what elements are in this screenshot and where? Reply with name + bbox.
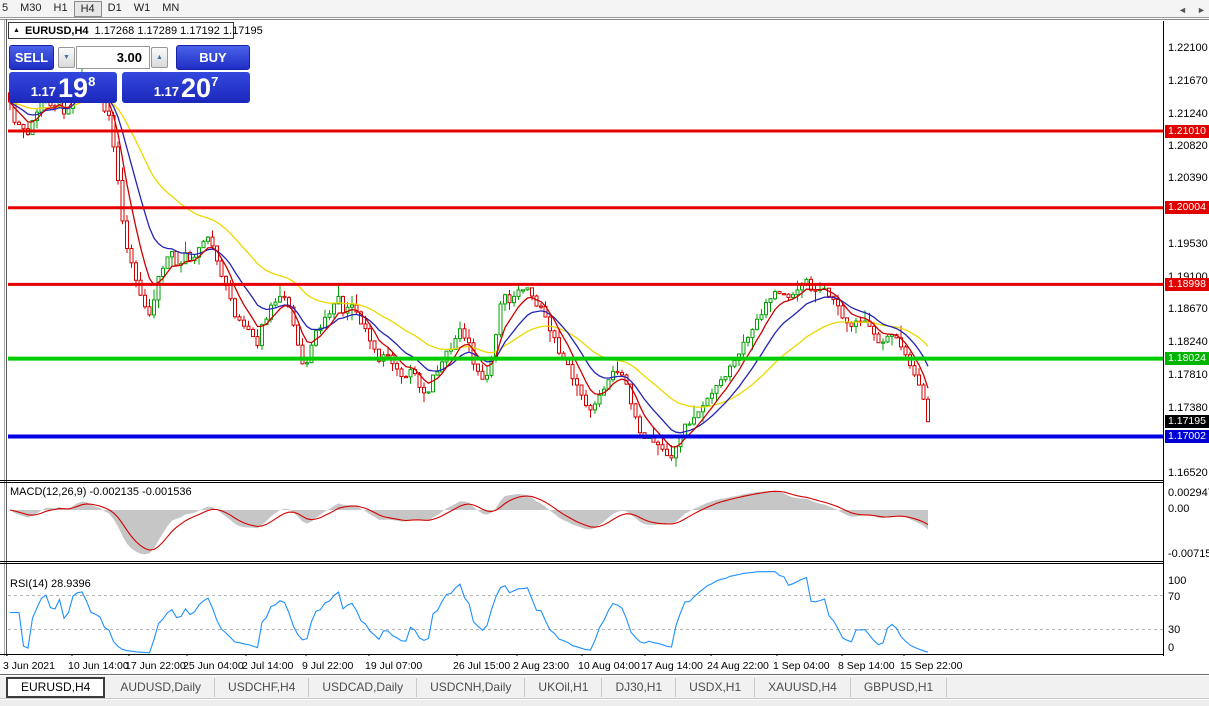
collapse-triangle-icon[interactable]: ▲ [13,27,20,34]
time-axis-label: 15 Sep 22:00 [900,660,963,672]
price-axis-tick: 1.18240 [1168,336,1208,349]
price-level-tag: 1.17002 [1165,429,1209,443]
candlestick-chart-canvas[interactable] [0,21,1209,656]
time-axis-label: 17 Jun 22:00 [125,660,186,672]
price-axis-tick: 1.19530 [1168,237,1208,250]
rsi-axis-label: 30 [1168,624,1181,636]
buy-price-big-digits: 20 [181,73,212,103]
price-axis-tick: 1.22100 [1168,42,1208,54]
trading-platform-window: 5 M30 H1 H4 D1 W1 MN ▲ EURUSD,H4 1.17268 1.172… [0,0,1209,706]
sell-price-panel[interactable]: 1.17 19 8 [9,72,117,103]
chart-title-box: ▲ EURUSD,H4 1.17268 1.17289 1.17192 1.17… [8,22,263,39]
timeframe-button-m30[interactable]: M30 [14,1,47,17]
timeframe-toolbar: 5 M30 H1 H4 D1 W1 MN [0,0,1209,18]
buy-price-pip-digit: 7 [211,74,219,89]
price-axis-tick: 1.21240 [1168,107,1208,120]
sell-price-big-digits: 19 [58,73,89,103]
price-axis-tick: 1.20820 [1168,139,1208,152]
time-axis-label: 9 Jul 22:00 [302,660,354,672]
volume-decrease-button[interactable]: ▼ [58,47,75,68]
time-axis-label: 17 Aug 14:00 [641,660,703,672]
macd-axis-label: 0.002947 [1168,487,1209,499]
macd-axis-label: -0.007153 [1168,548,1209,560]
timeframe-button-h4[interactable]: H4 [73,0,102,17]
timeframe-button-mn[interactable]: MN [156,1,185,17]
price-axis-tick: 1.17810 [1168,368,1208,381]
chevron-up-icon: ▲ [156,54,163,61]
time-axis: 3 Jun 2021 10 Jun 14:00 17 Jun 22:00 25 Jun… [0,656,1209,675]
time-axis-label: 19 Jul 07:00 [365,660,423,672]
status-bar [0,700,1209,706]
price-axis-tick: 1.17380 [1168,401,1208,414]
tab-scroll-right-icon[interactable]: ► [1197,5,1206,15]
chart-tab-bar: EURUSD,H4 AUDUSD,Daily USDCHF,H4 USDCAD,Dai… [0,676,1209,699]
tab-dj30-h1[interactable]: DJ30,H1 [602,677,677,697]
tab-usdchf-h4[interactable]: USDCHF,H4 [215,677,310,697]
time-axis-label: 8 Sep 14:00 [838,660,895,672]
window-frame-top [0,19,1209,20]
timeframe-button-w1[interactable]: W1 [128,1,157,17]
price-level-tag: 1.18024 [1165,352,1209,366]
chevron-down-icon: ▼ [63,54,70,61]
volume-increase-button[interactable]: ▲ [151,47,168,68]
one-click-trading-panel: SELL ▼ ▲ BUY 1.17 19 8 1.17 20 7 [8,44,251,104]
tab-eurusd-h4[interactable]: EURUSD,H4 [6,676,106,698]
rsi-indicator-label: RSI(14) 28.9396 [10,578,91,590]
price-axis-tick: 1.18670 [1168,303,1208,316]
tab-usdx-h1[interactable]: USDX,H1 [676,677,756,697]
time-axis-label: 24 Aug 22:00 [707,660,769,672]
time-axis-label: 10 Aug 04:00 [578,660,640,672]
rsi-axis-label: 70 [1168,591,1181,603]
chart-symbol-title: EURUSD,H4 [24,24,89,37]
time-axis-label: 2 Jul 14:00 [242,660,294,672]
buy-button[interactable]: BUY [176,45,250,70]
timeframe-button-d1[interactable]: D1 [102,1,128,17]
price-axis-tick: 1.20390 [1168,172,1208,185]
sell-price-prefix: 1.17 [30,84,57,99]
tab-audusd-daily[interactable]: AUDUSD,Daily [107,677,216,697]
price-level-tag: 1.20004 [1165,201,1209,215]
macd-axis-label: 0.00 [1168,503,1190,515]
timeframe-button-h1[interactable]: H1 [48,1,74,17]
price-level-tag: 1.17195 [1165,415,1209,429]
chart-ohlc-values: 1.17268 1.17289 1.17192 1.17195 [94,24,263,37]
time-axis-label: 10 Jun 14:00 [68,660,129,672]
price-axis-tick: 1.16520 [1168,467,1208,480]
time-axis-label: 1 Sep 04:00 [773,660,830,672]
time-axis-label: 25 Jun 04:00 [183,660,244,672]
tab-xauusd-h4[interactable]: XAUUSD,H4 [755,677,851,697]
time-axis-label: 26 Jul 15:00 [453,660,511,672]
tab-scroll-left-icon[interactable]: ◄ [1178,5,1187,15]
buy-price-prefix: 1.17 [153,84,180,99]
tab-ukoil-h1[interactable]: UKOil,H1 [525,677,603,697]
price-level-tag: 1.21010 [1165,124,1209,138]
time-axis-label: 3 Jun 2021 [3,660,55,672]
price-axis: 1.221001.216701.212401.208201.203901.199… [1164,21,1209,656]
sell-button[interactable]: SELL [9,45,54,70]
sell-price-pip-digit: 8 [88,74,96,89]
tab-gbpusd-h1[interactable]: GBPUSD,H1 [851,677,948,697]
time-axis-label: 2 Aug 23:00 [513,660,570,672]
price-axis-tick: 1.21670 [1168,74,1208,87]
rsi-axis-label: 100 [1168,575,1187,587]
timeframe-button-5[interactable]: 5 [0,1,14,17]
tab-usdcad-daily[interactable]: USDCAD,Daily [309,677,418,697]
volume-input[interactable] [76,46,150,69]
buy-price-panel[interactable]: 1.17 20 7 [122,72,250,103]
macd-indicator-label: MACD(12,26,9) -0.002135 -0.001536 [10,486,192,498]
rsi-axis-label: 0 [1168,642,1175,654]
price-level-tag: 1.18998 [1165,277,1209,291]
tab-usdcnh-daily[interactable]: USDCNH,Daily [417,677,526,697]
